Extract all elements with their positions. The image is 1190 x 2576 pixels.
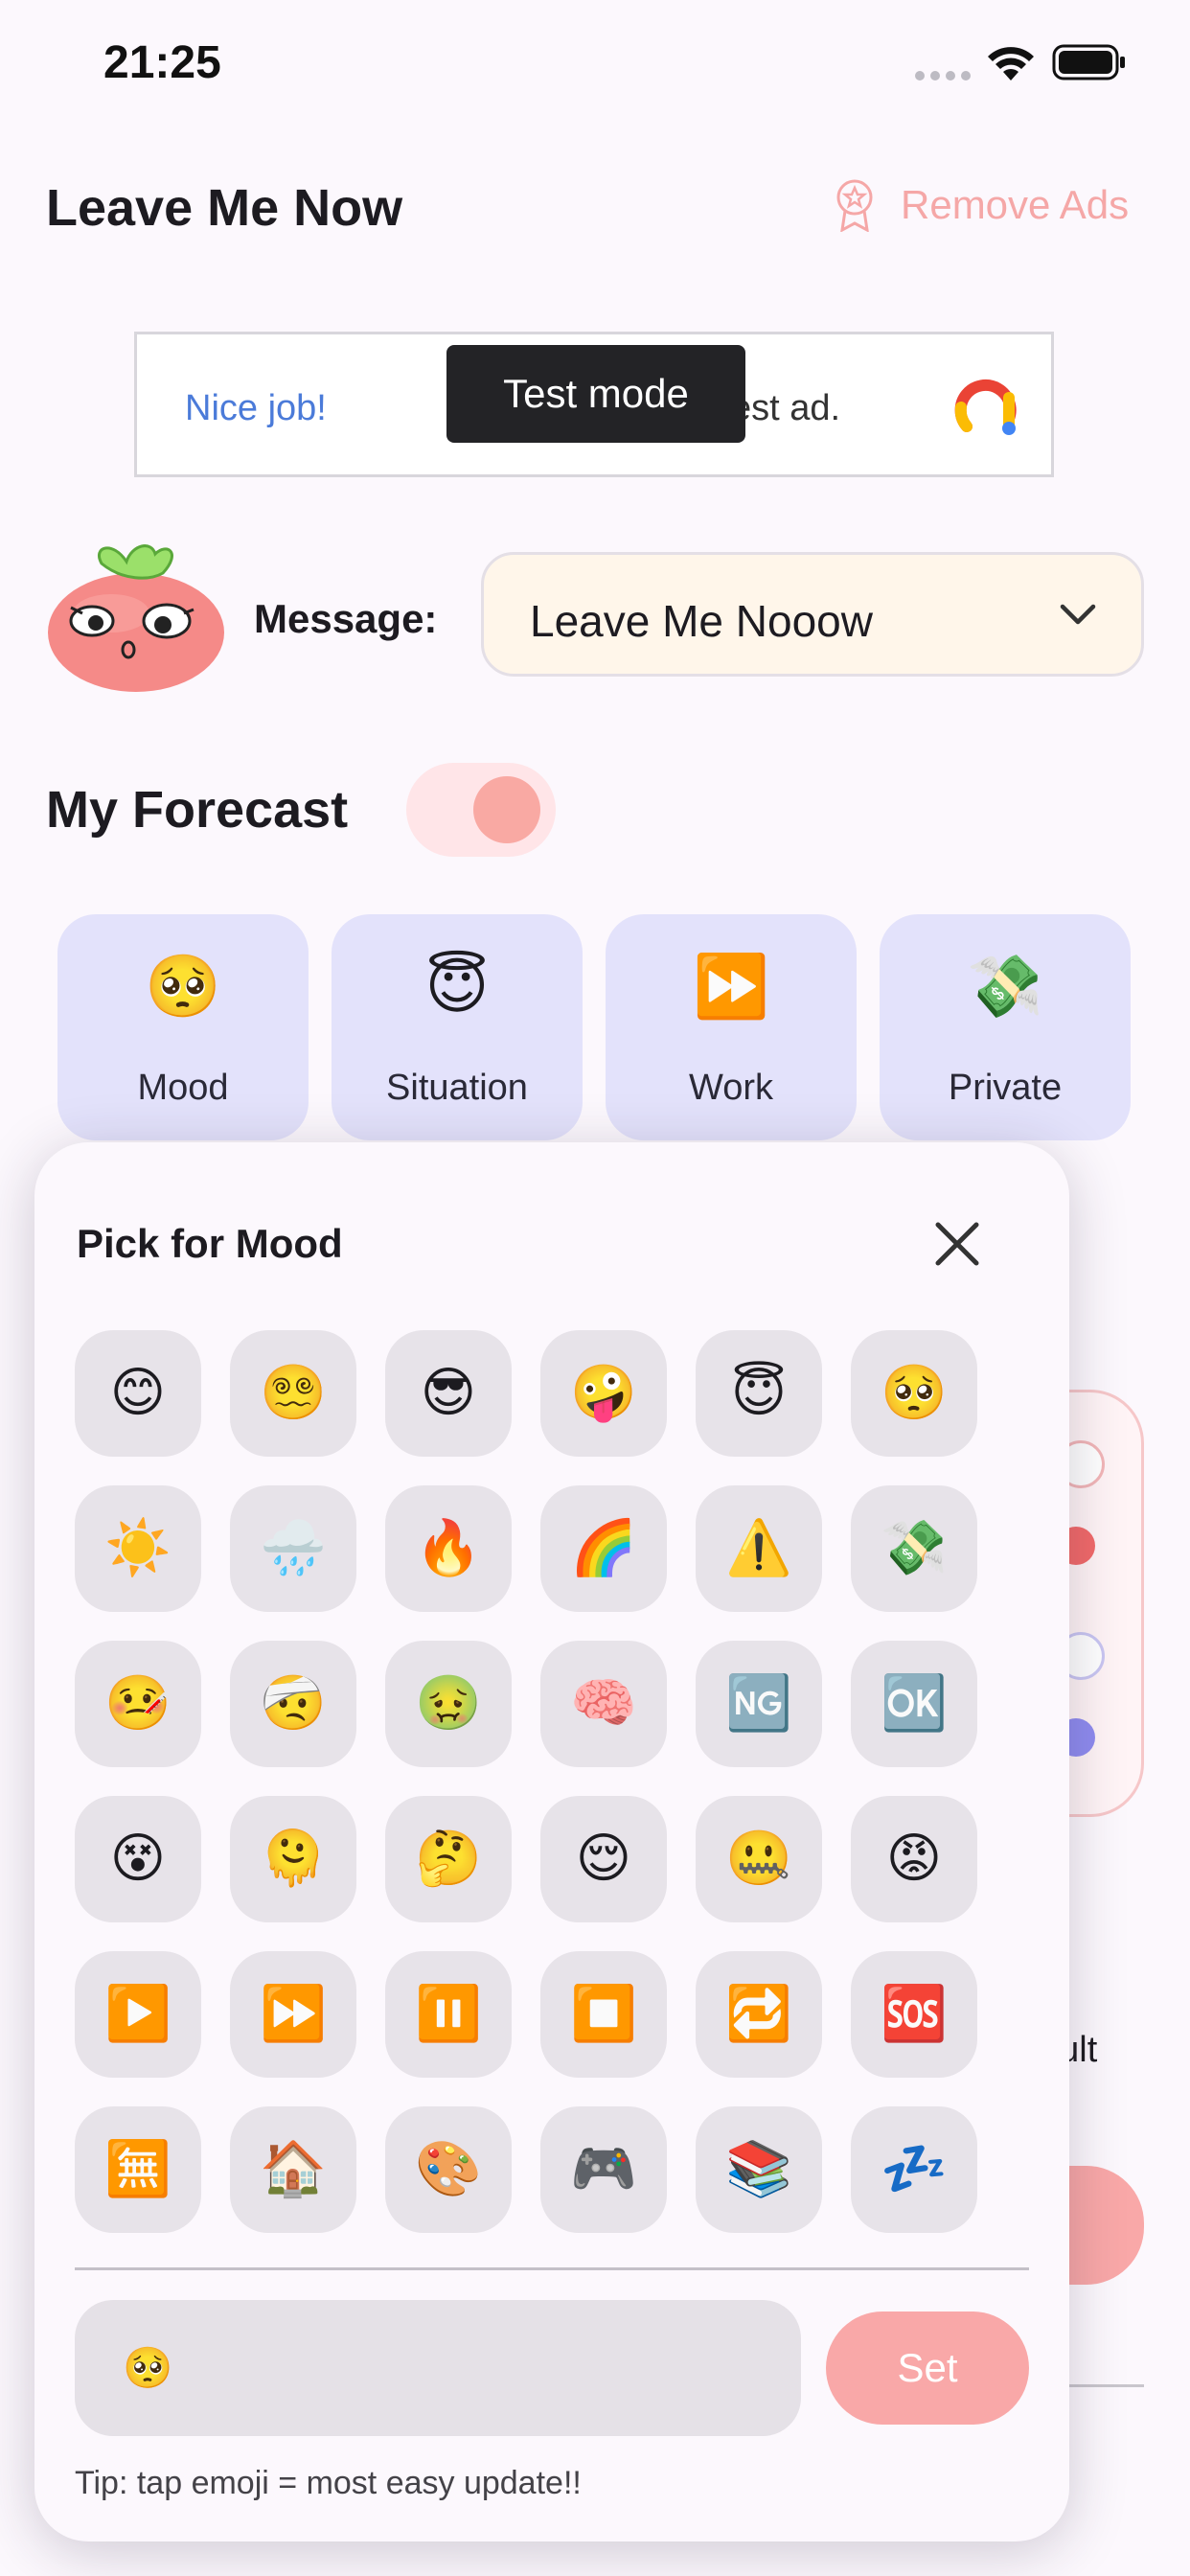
emoji-option[interactable]: 😇 <box>696 1330 822 1457</box>
message-selected-value: Leave Me Nooow <box>530 596 873 646</box>
emoji-option[interactable]: ⏩ <box>230 1951 356 2078</box>
emoji-option[interactable]: 😡 <box>851 1796 977 1922</box>
category-label: Mood <box>137 1068 229 1108</box>
emoji-option[interactable]: 🥺 <box>851 1330 977 1457</box>
emoji-option[interactable]: ⏸️ <box>385 1951 512 2078</box>
emoji-option[interactable]: 🆗 <box>851 1641 977 1767</box>
emoji-option[interactable]: 🤒 <box>75 1641 201 1767</box>
emoji-option[interactable]: 🎮 <box>540 2106 667 2233</box>
set-button[interactable]: Set <box>826 2312 1029 2425</box>
emoji-option[interactable]: 😌 <box>540 1796 667 1922</box>
test-mode-badge: Test mode <box>446 345 745 443</box>
remove-ads-button[interactable]: Remove Ads <box>834 178 1129 232</box>
fast-forward-icon: ⏩ <box>693 952 769 1023</box>
emoji-option[interactable]: 🔁 <box>696 1951 822 2078</box>
chevron-down-icon <box>1060 604 1096 625</box>
ad-body-text: est ad. <box>731 388 841 428</box>
money-wings-icon: 💸 <box>967 952 1043 1023</box>
emoji-option[interactable]: 🧠 <box>540 1641 667 1767</box>
category-label: Work <box>689 1068 773 1108</box>
status-time: 21:25 <box>103 37 221 88</box>
emoji-picker-dialog: Pick for Mood 😊 😵‍💫 😎 🤪 😇 🥺 ☀️ 🌧️ 🔥 🌈 ⚠️… <box>34 1142 1069 2542</box>
emoji-option[interactable]: 📚 <box>696 2106 822 2233</box>
forecast-title: My Forecast <box>46 781 349 839</box>
picker-tip: Tip: tap emoji = most easy update!! <box>75 2465 582 2501</box>
category-card-mood[interactable]: 🥺 Mood <box>57 914 309 1140</box>
emoji-input-value: 🥺 <box>123 2344 173 2391</box>
emoji-option[interactable]: 🈚 <box>75 2106 201 2233</box>
category-label: Private <box>948 1068 1063 1108</box>
wifi-icon <box>988 47 1034 80</box>
emoji-grid: 😊 😵‍💫 😎 🤪 😇 🥺 ☀️ 🌧️ 🔥 🌈 ⚠️ 💸 🤒 🤕 🤢 🧠 🆖 🆗… <box>75 1330 1033 2233</box>
close-icon[interactable] <box>930 1217 984 1271</box>
emoji-option[interactable]: 🏠 <box>230 2106 356 2233</box>
award-badge-icon <box>836 179 873 232</box>
toggle-knob <box>473 776 540 843</box>
emoji-option[interactable]: ⏹️ <box>540 1951 667 2078</box>
emoji-option[interactable]: ⚠️ <box>696 1485 822 1612</box>
picker-divider <box>75 2267 1029 2270</box>
message-dropdown[interactable]: Leave Me Nooow <box>481 552 1144 677</box>
emoji-option[interactable]: 🤪 <box>540 1330 667 1457</box>
emoji-option[interactable]: 😎 <box>385 1330 512 1457</box>
halo-face-icon: 😇 <box>424 952 490 1023</box>
cellular-signal-icon <box>915 71 971 82</box>
category-card-private[interactable]: 💸 Private <box>880 914 1131 1140</box>
tomato-mascot-icon <box>48 544 224 692</box>
status-bar: 21:25 <box>0 0 1190 134</box>
category-card-situation[interactable]: 😇 Situation <box>332 914 583 1140</box>
emoji-option[interactable]: 🤕 <box>230 1641 356 1767</box>
emoji-option[interactable]: 😵 <box>75 1796 201 1922</box>
emoji-option[interactable]: 🤐 <box>696 1796 822 1922</box>
picker-title: Pick for Mood <box>77 1221 343 1266</box>
emoji-option[interactable]: 💸 <box>851 1485 977 1612</box>
remove-ads-label: Remove Ads <box>901 182 1130 227</box>
emoji-option[interactable]: 🎨 <box>385 2106 512 2233</box>
emoji-input-field[interactable]: 🥺 <box>75 2300 801 2436</box>
app-title: Leave Me Now <box>46 179 403 237</box>
battery-icon <box>1052 44 1125 80</box>
emoji-option[interactable]: 🤔 <box>385 1796 512 1922</box>
message-label: Message: <box>254 596 438 641</box>
emoji-option[interactable]: 🤢 <box>385 1641 512 1767</box>
category-card-work[interactable]: ⏩ Work <box>606 914 857 1140</box>
emoji-option[interactable]: 🔥 <box>385 1485 512 1612</box>
emoji-option[interactable]: 🆖 <box>696 1641 822 1767</box>
emoji-option[interactable]: 🌧️ <box>230 1485 356 1612</box>
emoji-option[interactable]: ☀️ <box>75 1485 201 1612</box>
emoji-option[interactable]: 💤 <box>851 2106 977 2233</box>
ad-headline: Nice job! <box>185 388 327 428</box>
forecast-toggle[interactable] <box>406 763 556 857</box>
emoji-option[interactable]: ▶️ <box>75 1951 201 2078</box>
emoji-option[interactable]: 😵‍💫 <box>230 1330 356 1457</box>
emoji-option[interactable]: 🆘 <box>851 1951 977 2078</box>
emoji-option[interactable]: 🫠 <box>230 1796 356 1922</box>
emoji-option[interactable]: 😊 <box>75 1330 201 1457</box>
ad-logo-icon <box>954 379 1017 435</box>
category-label: Situation <box>386 1068 528 1108</box>
pleading-face-icon: 🥺 <box>145 952 221 1023</box>
emoji-option[interactable]: 🌈 <box>540 1485 667 1612</box>
